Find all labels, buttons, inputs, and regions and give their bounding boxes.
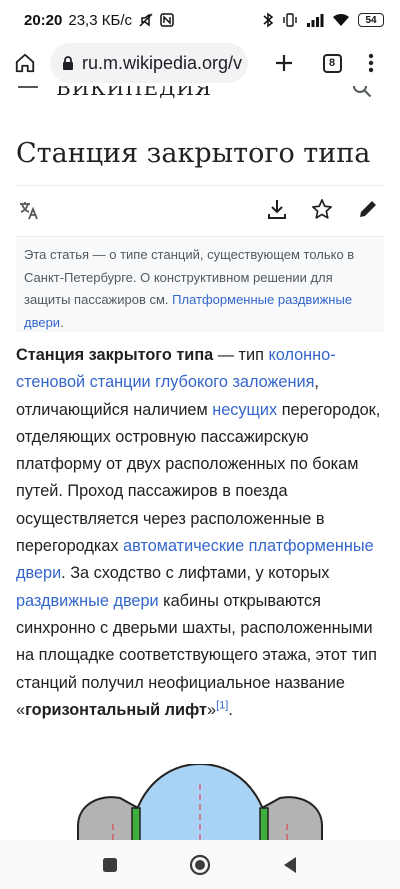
more-vert-icon bbox=[368, 53, 374, 73]
battery-icon: 54 bbox=[358, 13, 384, 27]
nfc-icon bbox=[160, 13, 174, 27]
lead-text: перегородок, отделяющих островную пассаж… bbox=[16, 400, 381, 556]
plus-icon bbox=[276, 55, 292, 71]
back-button[interactable] bbox=[245, 840, 335, 889]
home-circle-icon bbox=[189, 854, 211, 875]
hatnote: Эта статья — о типе станций, существующе… bbox=[16, 238, 384, 332]
wikipedia-wordmark[interactable]: ВИКИПЕДИЯ bbox=[56, 86, 212, 100]
station-diagram[interactable] bbox=[0, 764, 400, 844]
lead-text: . bbox=[228, 700, 233, 719]
status-time: 20:20 bbox=[24, 11, 63, 29]
back-icon bbox=[284, 856, 296, 873]
link-load-bearing[interactable]: несущих bbox=[212, 401, 277, 419]
status-bar: 20:20 23,3 КБ/с 54 bbox=[0, 0, 400, 40]
right-pylon bbox=[259, 807, 269, 844]
recent-apps-icon bbox=[103, 857, 117, 872]
mute-icon bbox=[138, 12, 154, 28]
main-menu-icon[interactable] bbox=[18, 86, 38, 88]
horizontal-lift-bold: горизонтальный лифт bbox=[25, 700, 208, 719]
divider bbox=[16, 236, 384, 237]
tabs-icon: 8 bbox=[322, 53, 342, 73]
home-button[interactable] bbox=[2, 40, 48, 86]
link-sliding-doors[interactable]: раздвижные двери bbox=[16, 592, 159, 610]
language-icon[interactable] bbox=[18, 199, 40, 226]
bluetooth-icon bbox=[262, 12, 274, 28]
download-icon[interactable] bbox=[266, 198, 288, 225]
search-icon[interactable] bbox=[352, 86, 372, 98]
url-text: ru.m.wikipedia.org/v bbox=[82, 52, 243, 73]
hatnote-text-end: . bbox=[60, 314, 64, 330]
new-tab-button[interactable] bbox=[264, 40, 304, 86]
lead-text: кабины открываются синхронно с дверьми ш… bbox=[16, 591, 377, 719]
tab-switcher-button[interactable]: 8 bbox=[312, 40, 352, 86]
home-nav-button[interactable] bbox=[155, 840, 245, 889]
right-tunnel bbox=[261, 796, 323, 844]
term-bold: Станция закрытого типа bbox=[16, 346, 214, 364]
battery-level: 54 bbox=[365, 14, 377, 26]
left-tunnel bbox=[77, 796, 139, 844]
lock-icon bbox=[63, 56, 73, 70]
vibrate-icon bbox=[282, 12, 298, 28]
left-pylon bbox=[131, 807, 141, 844]
browser-toolbar: ru.m.wikipedia.org/v 8 bbox=[0, 40, 400, 86]
lead-text: » bbox=[207, 700, 217, 719]
wiki-header: ВИКИПЕДИЯ bbox=[0, 86, 400, 100]
recent-apps-button[interactable] bbox=[65, 840, 155, 889]
lead-text: . За сходство с лифтами, у которых bbox=[61, 564, 330, 583]
browser-menu-button[interactable] bbox=[356, 40, 386, 86]
home-icon bbox=[15, 53, 35, 73]
page-actions bbox=[16, 193, 384, 229]
divider bbox=[16, 185, 384, 186]
lead-text: — тип bbox=[213, 346, 269, 364]
wifi-icon bbox=[332, 13, 350, 27]
address-bar[interactable]: ru.m.wikipedia.org/v bbox=[50, 43, 248, 83]
signal-icon bbox=[306, 13, 324, 27]
page-title: Станция закрытого типа bbox=[16, 138, 371, 169]
reference-link[interactable]: [1] bbox=[216, 699, 228, 711]
system-nav-bar bbox=[0, 840, 400, 889]
network-speed: 23,3 КБ/с bbox=[68, 11, 132, 29]
edit-icon[interactable] bbox=[357, 198, 379, 225]
star-icon[interactable] bbox=[311, 198, 333, 225]
lead-paragraph: Станция закрытого типа — тип колонно-сте… bbox=[16, 342, 386, 724]
